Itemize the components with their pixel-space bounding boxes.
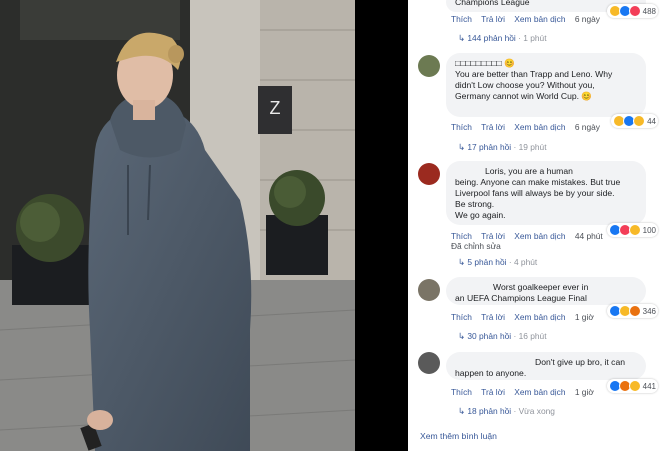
replies-count: 144 phản hồi [467, 33, 516, 43]
haha-reaction-icon [628, 224, 641, 236]
reaction-count: 100 [642, 225, 656, 235]
reaction-count: 44 [647, 116, 656, 126]
comment-text-line: Germany cannot win World Cup. 😊 [455, 91, 593, 101]
comments-panel[interactable]: Champions League Thích Trả lời Xem bản d… [408, 0, 660, 451]
view-replies-link[interactable]: ↳ 144 phản hồi · 1 phút [458, 33, 547, 43]
comment-actions: Thích Trả lời Xem bản dịch 1 giờ [451, 312, 601, 322]
avatar[interactable] [418, 352, 440, 374]
comment-actions: Thích Trả lời Xem bản dịch 1 giờ [451, 387, 601, 397]
comment-text-line: didn't Low choose you? Without you, [455, 80, 595, 90]
view-replies-link[interactable]: ↳ 17 phản hồi · 19 phút [458, 142, 547, 152]
reply-button[interactable]: Trả lời [481, 312, 505, 322]
comment-actions: Thích Trả lời Xem bản dịch 6 ngày [451, 122, 607, 132]
comment-actions: Thích Trả lời Xem bản dịch 6 ngày [451, 14, 607, 24]
translate-button[interactable]: Xem bản dịch [514, 387, 565, 397]
reaction-count: 488 [642, 6, 656, 16]
comment-text-line: Loris, you are a human [485, 166, 573, 176]
translate-button[interactable]: Xem bản dịch [514, 122, 565, 132]
reaction-summary[interactable]: 100 [606, 223, 658, 237]
comment-text-line: Don't give up bro, it can [535, 357, 626, 367]
comment-edited-row: Đã chỉnh sửa [451, 241, 508, 251]
reply-arrow-icon: ↳ [458, 33, 468, 43]
comment-text-line: □□□□□□□□□ 😊 [455, 58, 515, 68]
love-reaction-icon [628, 5, 641, 17]
reply-arrow-icon: ↳ [458, 331, 468, 341]
comment-text-line: Be strong. [455, 199, 495, 209]
replies-count: 5 phản hồi [467, 257, 507, 267]
view-replies-link[interactable]: ↳ 30 phản hồi · 16 phút [458, 331, 547, 341]
edited-label[interactable]: Đã chỉnh sửa [451, 241, 501, 251]
replies-time: Vừa xong [518, 406, 555, 416]
replies-time: 16 phút [518, 331, 547, 341]
comment-bubble: Don't give up bro, it can happen to anyo… [446, 352, 646, 380]
replies-time: 19 phút [518, 142, 547, 152]
reaction-summary[interactable]: 488 [606, 4, 658, 18]
post-photo[interactable]: Z [0, 0, 355, 451]
comment-item: Don't give up bro, it can happen to anyo… [418, 352, 658, 422]
replies-count: 18 phản hồi [467, 406, 512, 416]
reaction-summary[interactable]: 441 [606, 379, 658, 393]
photo-illustration: Z [0, 0, 355, 451]
like-button[interactable]: Thích [451, 312, 472, 322]
comment-item: Champions League Thích Trả lời Xem bản d… [418, 0, 658, 45]
comment-item: Loris, you are a human being. Anyone can… [418, 161, 658, 271]
avatar[interactable] [418, 163, 440, 185]
reply-button[interactable]: Trả lời [481, 122, 505, 132]
replies-count: 30 phản hồi [467, 331, 512, 341]
reaction-summary[interactable]: 44 [611, 114, 658, 128]
view-replies-link[interactable]: ↳ 5 phản hồi · 4 phút [458, 257, 537, 267]
view-replies-link[interactable]: ↳ 18 phản hồi · Vừa xong [458, 406, 555, 416]
comment-time[interactable]: 1 giờ [575, 387, 594, 397]
translate-button[interactable]: Xem bản dịch [514, 231, 565, 241]
translate-button[interactable]: Xem bản dịch [514, 14, 565, 24]
haha-reaction-icon [628, 380, 641, 392]
like-button[interactable]: Thích [451, 14, 472, 24]
building-sign-letter: Z [270, 98, 281, 118]
reaction-count: 346 [642, 306, 656, 316]
comment-bubble: Worst goalkeeper ever in an UEFA Champio… [446, 277, 646, 305]
reply-button[interactable]: Trả lời [481, 387, 505, 397]
like-button[interactable]: Thích [451, 231, 472, 241]
comment-time[interactable]: 6 ngày [575, 14, 600, 24]
comment-text-line: an UEFA Champions League Final [455, 293, 587, 303]
wow-reaction-icon [633, 115, 646, 127]
reaction-summary[interactable]: 346 [606, 304, 658, 318]
avatar[interactable] [418, 55, 440, 77]
comment-text-line: You are better than Trapp and Leno. Why [455, 69, 613, 79]
avatar[interactable] [418, 279, 440, 301]
comment-bubble: □□□□□□□□□ 😊 You are better than Trapp an… [446, 53, 646, 117]
viewer-gap [355, 0, 408, 451]
comment-text-line: happen to anyone. [455, 368, 527, 378]
comment-text-line: Liverpool fans will always be by your si… [455, 188, 615, 198]
translate-button[interactable]: Xem bản dịch [514, 312, 565, 322]
view-more-comments-link[interactable]: Xem thêm bình luận [420, 431, 497, 441]
reply-button[interactable]: Trả lời [481, 231, 505, 241]
comment-actions: Thích Trả lời Xem bản dịch 44 phút [451, 231, 610, 241]
comment-item: □□□□□□□□□ 😊 You are better than Trapp an… [418, 53, 658, 153]
comment-time[interactable]: 6 ngày [575, 122, 600, 132]
reply-button[interactable]: Trả lời [481, 14, 505, 24]
reply-arrow-icon: ↳ [458, 142, 468, 152]
reply-arrow-icon: ↳ [458, 257, 468, 267]
comment-time[interactable]: 44 phút [575, 231, 603, 241]
comment-time[interactable]: 1 giờ [575, 312, 594, 322]
comment-item: Worst goalkeeper ever in an UEFA Champio… [418, 277, 658, 347]
replies-count: 17 phản hồi [467, 142, 512, 152]
comment-text-line: Worst goalkeeper ever in [493, 282, 589, 292]
replies-time: 4 phút [513, 257, 538, 267]
angry-reaction-icon [628, 305, 641, 317]
like-button[interactable]: Thích [451, 387, 472, 397]
comment-bubble: Loris, you are a human being. Anyone can… [446, 161, 646, 225]
reply-arrow-icon: ↳ [458, 406, 468, 416]
like-button[interactable]: Thích [451, 122, 472, 132]
comment-text-line: We go again. [455, 210, 506, 220]
comment-text-line: being. Anyone can make mistakes. But tru… [455, 177, 621, 187]
reaction-count: 441 [642, 381, 656, 391]
replies-time: 1 phút [523, 33, 547, 43]
